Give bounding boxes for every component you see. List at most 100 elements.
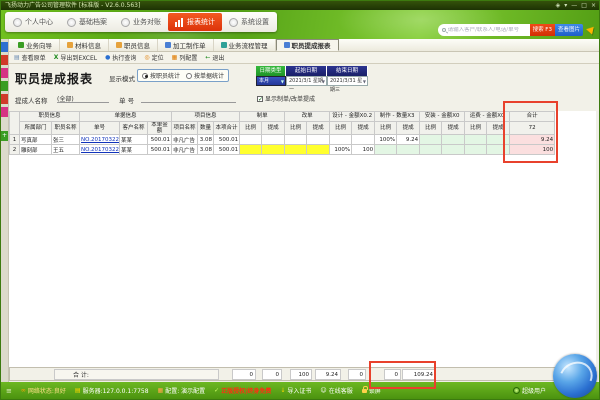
tab-4[interactable]: 业务流程管理 <box>214 39 276 51</box>
tab-3[interactable]: 加工制作单 <box>158 39 214 51</box>
export-excel-button[interactable]: X导出到EXCEL <box>54 53 97 62</box>
status-item-import[interactable]: ↓导入证书 <box>280 386 311 395</box>
date-type-select[interactable]: 本月 <box>256 76 286 86</box>
group-header-cell[interactable]: 改单 <box>285 112 330 122</box>
tab-5[interactable]: 职员提成报表 <box>276 39 339 51</box>
column-header-cell[interactable]: 数量 <box>198 122 214 135</box>
column-header-cell[interactable]: 客户名称 <box>120 122 148 135</box>
run-query-button[interactable]: ●执行查询 <box>105 53 136 62</box>
tab-0[interactable]: 业务向导 <box>11 39 60 51</box>
end-date-select[interactable]: 2021/3/31 星期三 <box>327 76 368 86</box>
radio-by-staff[interactable]: 按职员统计 <box>142 71 180 80</box>
status-item-link[interactable]: ∞网络状态:良好 <box>21 386 66 395</box>
column-header-cell[interactable]: 比例 <box>375 122 397 135</box>
group-header-cell[interactable]: 职员信息 <box>20 112 80 122</box>
show-commission-checkbox[interactable]: ✓ 显示制单/改单提成 <box>257 94 315 103</box>
tab-1[interactable]: 材料信息 <box>60 39 109 51</box>
view-image-button[interactable]: 查看图片 <box>555 24 583 36</box>
order-no-link[interactable]: NO.2017032210032 <box>81 137 120 143</box>
highlight-red-box-0 <box>503 101 558 163</box>
column-header-cell[interactable]: 职员名称 <box>52 122 80 135</box>
column-header-cell[interactable]: 比例 <box>285 122 307 135</box>
column-header-cell[interactable]: 本单金额 <box>148 122 172 135</box>
import-icon: ↓ <box>280 388 285 394</box>
total-cell: 0 <box>232 369 256 380</box>
status-item-support[interactable]: ☺在线客服 <box>320 386 352 395</box>
main-menu: 个人中心基础档案业务对账报表统计系统设置 <box>5 12 277 32</box>
brand-globe-logo <box>553 354 597 398</box>
quick-rail-button-0[interactable] <box>1 42 8 52</box>
quick-rail-button-5[interactable] <box>1 107 8 117</box>
column-header-cell[interactable]: 单号 <box>80 122 120 135</box>
group-header-cell[interactable]: 制作 - 数量X3 <box>375 112 420 122</box>
table-row[interactable]: 1写真部张三NO.2017032210032某某500.01非凡广告3.0850… <box>10 135 555 145</box>
cell: 王五 <box>52 145 80 155</box>
status-item-label: 导入证书 <box>287 386 311 395</box>
menu-burger-icon[interactable]: ≡ <box>6 387 12 395</box>
column-header-cell[interactable]: 比例 <box>465 122 487 135</box>
quick-rail-button-3[interactable] <box>1 81 8 91</box>
column-header-cell[interactable]: 项目名称 <box>172 122 198 135</box>
exit-button[interactable]: ←退出 <box>205 53 224 62</box>
current-user-label: 超级用户 <box>522 386 546 395</box>
totals-label: 合 计: <box>54 369 219 380</box>
locate-button[interactable]: ◎定位 <box>144 53 163 62</box>
radio-by-order-label: 按单据统计 <box>194 71 224 80</box>
radio-by-order[interactable]: 按单据统计 <box>186 71 224 80</box>
maximize-button[interactable]: □ <box>581 2 587 10</box>
quick-rail: + <box>1 39 9 382</box>
status-item-check[interactable]: ✓正版授权|终身免费 <box>214 386 271 395</box>
group-header-cell[interactable]: 安装 - 金额X0 <box>420 112 465 122</box>
status-item-config[interactable]: ▦配置: 演示配置 <box>158 386 206 395</box>
column-header-cell[interactable]: 比例 <box>420 122 442 135</box>
order-no-label: 单 号 <box>119 95 134 105</box>
tool-label: 执行查询 <box>112 53 136 62</box>
locate-icon: ◎ <box>144 54 149 61</box>
column-header-cell[interactable]: 提成 <box>442 122 465 135</box>
quick-rail-button-4[interactable] <box>1 94 8 104</box>
tool-label: 导出到EXCEL <box>60 53 97 62</box>
total-cell: 100 <box>290 369 312 380</box>
group-header-cell[interactable]: 单据信息 <box>80 112 172 122</box>
menu-item-1[interactable]: 基础档案 <box>60 13 114 31</box>
quick-rail-button-2[interactable] <box>1 68 8 78</box>
column-header-cell[interactable]: 比例 <box>330 122 352 135</box>
status-item-server[interactable]: ▤服务器:127.0.0.1:7758 <box>75 386 149 395</box>
column-header-cell[interactable]: 所属部门 <box>20 122 52 135</box>
menu-item-3[interactable]: 报表统计 <box>168 13 222 31</box>
minimize-button[interactable]: — <box>571 2 577 10</box>
menu-item-2[interactable]: 业务对账 <box>114 13 168 31</box>
table-row[interactable]: 2雕刻部王五NO.2017032210032某某500.01非凡广告3.0850… <box>10 145 555 155</box>
dropdown-icon[interactable]: ▾ <box>564 2 567 10</box>
column-header-cell[interactable]: 提成 <box>262 122 285 135</box>
view-original-button[interactable]: ▤查看原单 <box>14 53 46 62</box>
group-header-cell[interactable]: 项目信息 <box>172 112 240 122</box>
column-config-button[interactable]: ▦列配置 <box>172 53 198 62</box>
skin-icon[interactable]: ◈ <box>556 2 561 10</box>
group-header-cell[interactable]: 制单 <box>240 112 285 122</box>
tab-label: 职员信息 <box>124 40 150 50</box>
close-button[interactable]: × <box>591 2 596 10</box>
search-button[interactable]: 搜索 F3 <box>530 24 555 36</box>
quick-rail-button-1[interactable] <box>1 55 8 65</box>
column-header-cell[interactable]: 比例 <box>240 122 262 135</box>
column-header-cell[interactable]: 提成 <box>397 122 420 135</box>
current-user[interactable]: 超级用户 <box>513 386 546 395</box>
order-no-link[interactable]: NO.2017032210032 <box>81 147 120 153</box>
commission-person-input[interactable]: (全部) <box>57 94 109 103</box>
column-header-cell[interactable]: 提成 <box>307 122 330 135</box>
start-date-select[interactable]: 2021/3/1 星期一 <box>286 76 327 86</box>
column-header-cell[interactable]: 本项合计 <box>214 122 240 135</box>
group-header-cell[interactable]: 设计 - 金额X0.2 <box>330 112 375 122</box>
horn-icon[interactable] <box>585 25 594 34</box>
tab-2[interactable]: 职员信息 <box>109 39 158 51</box>
tool-label: 列配置 <box>179 53 197 62</box>
order-no-input[interactable] <box>141 94 236 103</box>
end-date-header: 结束日期 <box>327 66 368 76</box>
tab-icon <box>67 42 73 48</box>
global-search-input[interactable] <box>446 27 524 33</box>
menu-item-0[interactable]: 个人中心 <box>6 13 60 31</box>
quick-rail-add-button[interactable]: + <box>1 131 8 141</box>
menu-item-4[interactable]: 系统设置 <box>222 13 276 31</box>
column-header-cell[interactable]: 提成 <box>352 122 375 135</box>
